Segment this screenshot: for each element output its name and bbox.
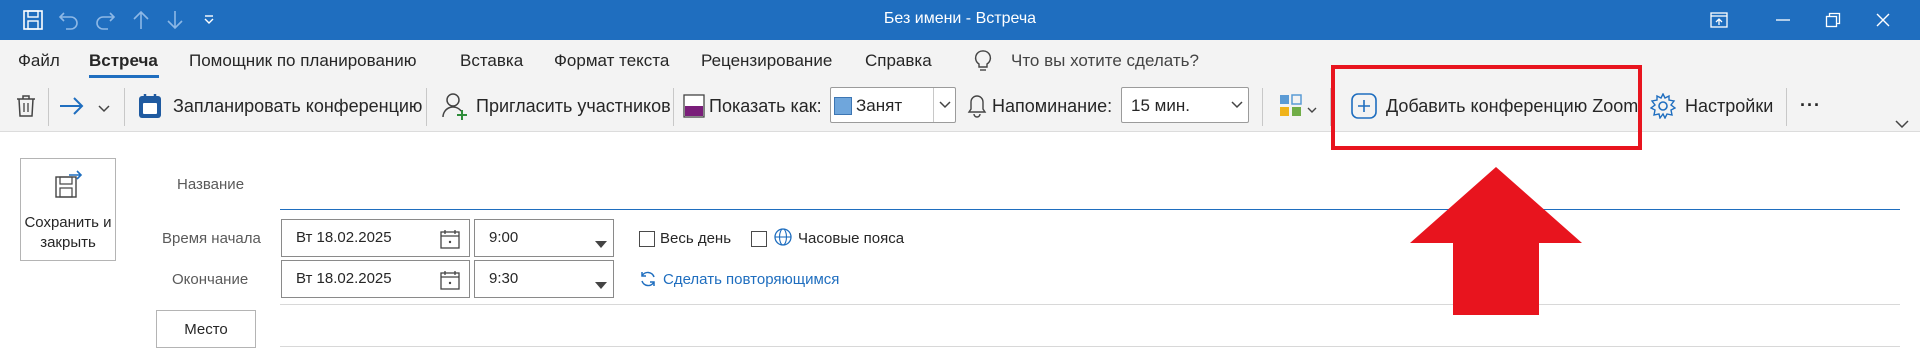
collapse-ribbon-icon[interactable]	[1895, 116, 1909, 134]
end-time-value: 9:30	[489, 270, 519, 287]
schedule-conference-button[interactable]: Запланировать конференцию	[173, 96, 422, 117]
tab-insert[interactable]: Вставка	[460, 51, 523, 71]
end-time-label: Окончание	[172, 271, 249, 288]
title-label: Название	[177, 176, 245, 193]
globe-icon	[773, 227, 793, 252]
separator	[1262, 88, 1263, 126]
time-zones-checkbox[interactable]	[751, 231, 767, 247]
lightbulb-icon	[972, 49, 994, 78]
separator	[48, 88, 49, 126]
start-date-field[interactable]: Вт 18.02.2025	[281, 219, 470, 257]
show-as-dropdown[interactable]: Занят	[830, 87, 956, 123]
window-title: Без имени - Встреча	[883, 10, 1037, 27]
tab-format-text[interactable]: Формат текста	[554, 51, 669, 71]
save-close-label: Сохранить и закрыть	[24, 214, 112, 251]
bell-icon	[967, 94, 987, 123]
calendar-conference-icon[interactable]	[138, 93, 162, 124]
add-person-icon[interactable]	[441, 91, 469, 126]
categorize-icon[interactable]	[1279, 94, 1303, 123]
start-date-value: Вт 18.02.2025	[296, 229, 392, 246]
annotation-arrow-icon	[1410, 167, 1582, 320]
start-time-dropdown[interactable]: 9:00	[474, 219, 614, 257]
all-day-checkbox[interactable]	[639, 231, 655, 247]
chevron-down-icon[interactable]	[98, 101, 110, 119]
close-icon[interactable]	[1860, 6, 1906, 34]
save-close-icon	[53, 169, 85, 206]
chevron-down-icon[interactable]	[933, 88, 955, 122]
tab-meeting[interactable]: Встреча	[89, 51, 158, 71]
time-zones-label: Часовые пояса	[798, 230, 905, 247]
minimize-icon[interactable]	[1760, 6, 1806, 34]
annotation-highlight-box	[1331, 65, 1642, 150]
end-date-field[interactable]: Вт 18.02.2025	[281, 260, 470, 298]
make-recurring-link[interactable]: Сделать повторяющимся	[663, 271, 839, 288]
calendar-icon[interactable]	[440, 229, 460, 254]
restore-icon[interactable]	[1810, 6, 1856, 34]
tab-review[interactable]: Рецензирование	[701, 51, 832, 71]
separator	[673, 88, 674, 126]
gear-icon[interactable]	[1649, 92, 1677, 124]
chevron-down-icon[interactable]	[1307, 101, 1317, 119]
tab-file[interactable]: Файл	[18, 51, 60, 71]
location-input[interactable]	[280, 346, 1900, 347]
caret-down-icon[interactable]	[595, 236, 607, 254]
show-as-label: Показать как:	[709, 96, 822, 116]
ribbon-display-options-icon[interactable]	[1696, 6, 1742, 34]
tab-scheduling-assistant[interactable]: Помощник по планированию	[189, 51, 417, 71]
title-input[interactable]	[280, 209, 1900, 210]
more-options-button[interactable]: ...	[1800, 90, 1821, 111]
end-time-dropdown[interactable]: 9:30	[474, 260, 614, 298]
all-day-label: Весь день	[660, 230, 732, 247]
active-tab-indicator	[89, 75, 159, 78]
caret-down-icon[interactable]	[595, 277, 607, 295]
separator	[426, 88, 427, 126]
title-bar: Без имени - Встреча	[0, 0, 1920, 40]
end-date-value: Вт 18.02.2025	[296, 270, 392, 287]
show-as-icon	[683, 94, 705, 123]
invite-attendees-button[interactable]: Пригласить участников	[476, 96, 671, 117]
reminder-dropdown[interactable]: 15 мин.	[1121, 87, 1249, 123]
separator	[124, 88, 125, 126]
separator	[1786, 88, 1787, 126]
recurrence-icon[interactable]	[639, 270, 657, 293]
reminder-value: 15 мин.	[1131, 96, 1190, 115]
show-as-value: Занят	[856, 96, 903, 115]
delete-icon[interactable]	[15, 94, 37, 123]
chevron-down-icon[interactable]	[1226, 88, 1248, 122]
forward-arrow-icon[interactable]	[58, 95, 86, 122]
start-time-value: 9:00	[489, 229, 519, 246]
location-button[interactable]: Место	[156, 310, 256, 348]
start-time-label: Время начала	[162, 230, 261, 247]
calendar-icon[interactable]	[440, 270, 460, 295]
tell-me-search[interactable]: Что вы хотите сделать?	[1011, 51, 1199, 71]
tab-help[interactable]: Справка	[865, 51, 932, 71]
settings-button[interactable]: Настройки	[1685, 96, 1773, 117]
divider	[280, 304, 1900, 305]
reminder-label: Напоминание:	[992, 96, 1113, 116]
busy-swatch	[834, 97, 852, 115]
save-and-close-button[interactable]: Сохранить и закрыть	[20, 158, 116, 261]
